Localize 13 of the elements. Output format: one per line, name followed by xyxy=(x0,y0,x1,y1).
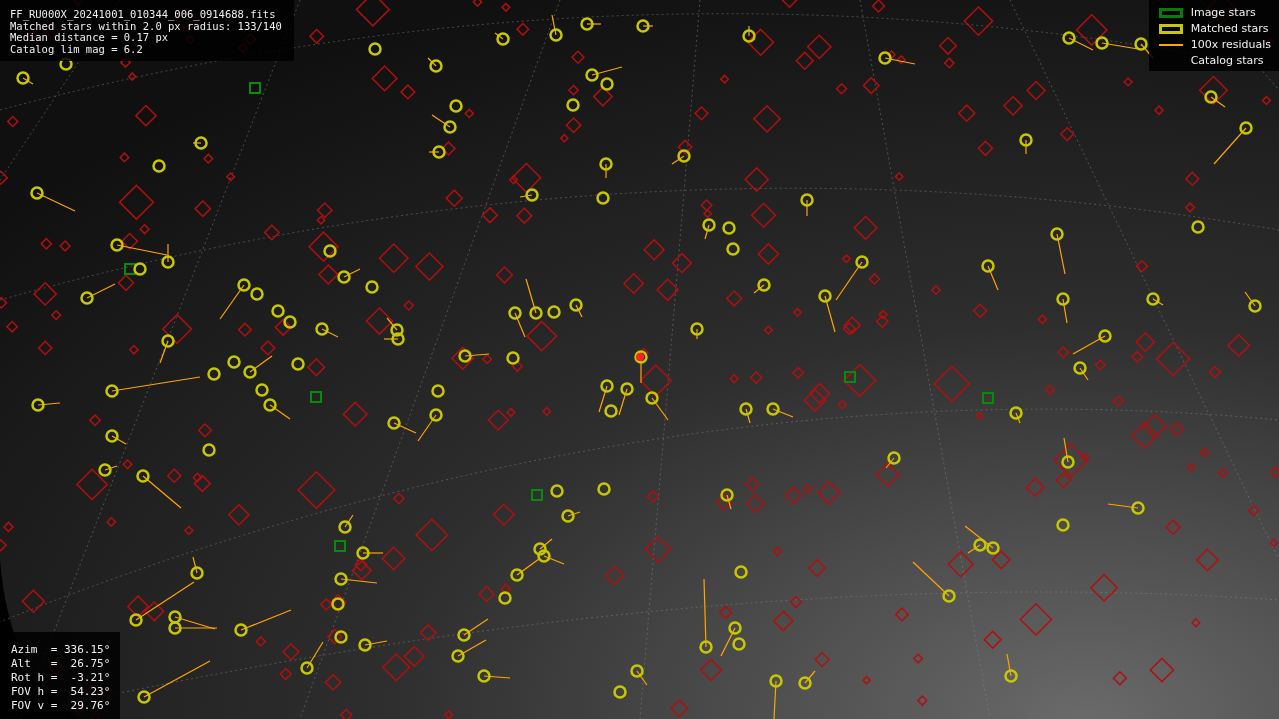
legend-label: Catalog stars xyxy=(1190,54,1264,67)
pointing-text: Alt = 26.75° xyxy=(11,657,111,671)
pointing-text: FOV v = 29.76° xyxy=(11,699,111,713)
pointing-text: FOV h = 54.23° xyxy=(11,685,111,699)
pointing-text: Rot h = -3.21° xyxy=(11,671,111,685)
info-text: Median distance = 0.17 px xyxy=(10,32,169,44)
info-text: FF_RU000X_20241001_010344_006_0914688.fits xyxy=(10,9,277,21)
legend-label: Matched stars xyxy=(1190,22,1269,35)
legend-label: Image stars xyxy=(1190,6,1256,19)
info-text: Matched stars within 2.0 px radius: 133/140 xyxy=(10,20,282,32)
info-text: Catalog lim mag = 6.2 xyxy=(10,43,144,55)
pointing-text: Azim = 336.15° xyxy=(11,643,111,657)
legend-label: 100x residuals xyxy=(1190,38,1271,51)
